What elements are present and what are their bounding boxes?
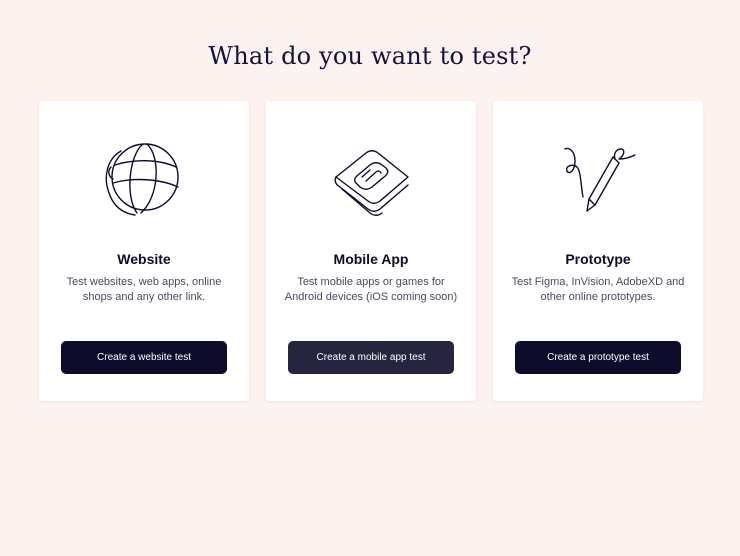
- mobile-app-card: Mobile App Test mobile apps or games for…: [266, 101, 476, 401]
- website-card-title: Website: [117, 251, 171, 267]
- mobile-app-card-description: Test mobile apps or games for Android de…: [284, 276, 458, 303]
- mobile-app-icon: [266, 137, 476, 219]
- website-card-description: Test websites, web apps, online shops an…: [66, 276, 222, 303]
- create-mobile-app-test-button[interactable]: Create a mobile app test: [288, 341, 454, 374]
- prototype-card-description: Test Figma, InVision, AdobeXD and other …: [511, 276, 685, 303]
- website-card: Website Test websites, web apps, online …: [39, 101, 249, 401]
- page-title: What do you want to test?: [208, 42, 532, 70]
- create-website-test-button[interactable]: Create a website test: [61, 341, 227, 374]
- globe-icon: [39, 137, 249, 219]
- mobile-app-card-title: Mobile App: [333, 251, 409, 267]
- test-type-cards: Website Test websites, web apps, online …: [39, 101, 703, 401]
- prototype-card-title: Prototype: [565, 251, 631, 267]
- prototype-card: Prototype Test Figma, InVision, AdobeXD …: [493, 101, 703, 401]
- create-prototype-test-button[interactable]: Create a prototype test: [515, 341, 681, 374]
- prototype-pen-icon: [493, 137, 703, 219]
